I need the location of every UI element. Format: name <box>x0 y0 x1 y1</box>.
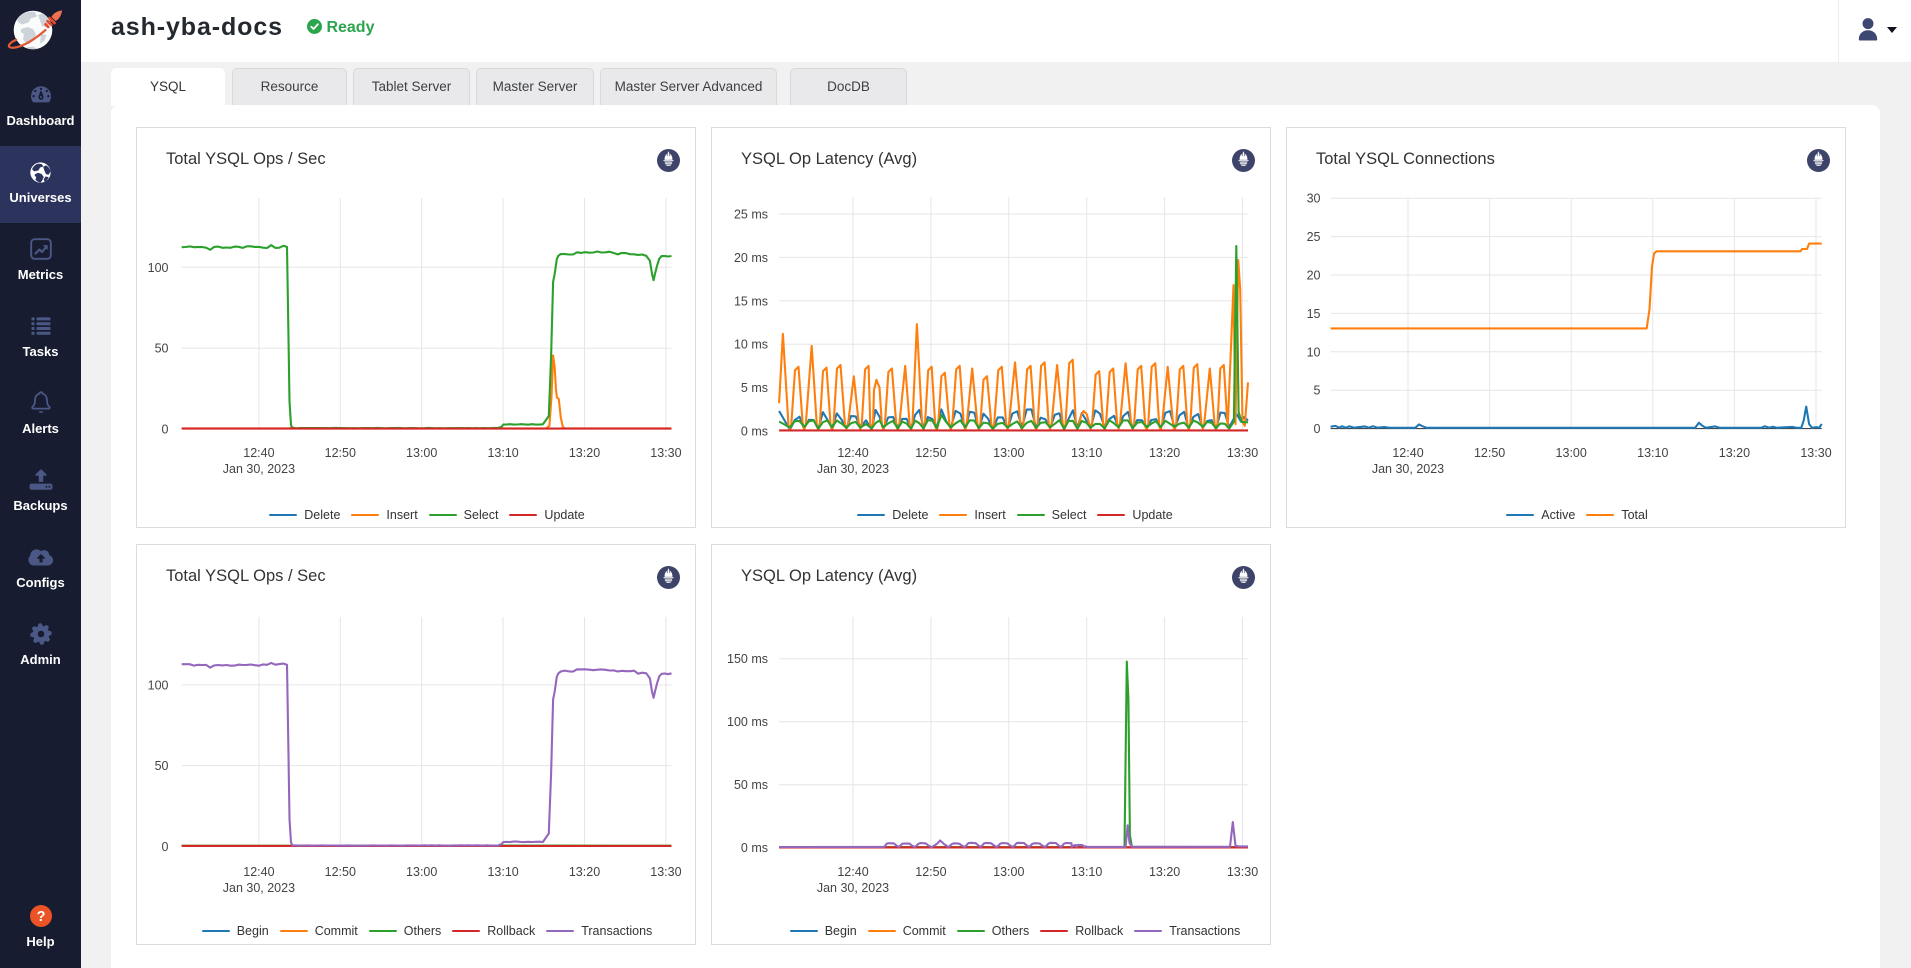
svg-text:13:00: 13:00 <box>993 446 1024 460</box>
svg-text:0: 0 <box>1314 422 1321 436</box>
svg-text:100: 100 <box>148 678 169 692</box>
svg-text:?: ? <box>36 909 45 925</box>
svg-text:Jan 30, 2023: Jan 30, 2023 <box>817 881 889 895</box>
svg-text:13:10: 13:10 <box>1071 446 1102 460</box>
svg-text:20 ms: 20 ms <box>734 251 768 265</box>
svg-text:13:20: 13:20 <box>569 865 600 879</box>
svg-text:100: 100 <box>148 261 169 275</box>
svg-text:13:30: 13:30 <box>1800 446 1831 460</box>
svg-text:30: 30 <box>1307 192 1321 206</box>
svg-text:12:40: 12:40 <box>243 865 274 879</box>
svg-text:Jan 30, 2023: Jan 30, 2023 <box>223 881 295 895</box>
svg-text:10 ms: 10 ms <box>734 338 768 352</box>
svg-text:13:20: 13:20 <box>1149 446 1180 460</box>
svg-text:12:40: 12:40 <box>837 865 868 879</box>
svg-text:12:50: 12:50 <box>325 865 356 879</box>
svg-text:20: 20 <box>1307 269 1321 283</box>
svg-text:13:20: 13:20 <box>569 446 600 460</box>
svg-text:13:10: 13:10 <box>487 865 518 879</box>
svg-text:13:30: 13:30 <box>650 446 681 460</box>
svg-text:50: 50 <box>155 759 169 773</box>
svg-text:25: 25 <box>1307 230 1321 244</box>
svg-text:0 ms: 0 ms <box>741 425 768 439</box>
svg-text:13:00: 13:00 <box>1556 446 1587 460</box>
svg-text:5 ms: 5 ms <box>741 381 768 395</box>
svg-text:13:10: 13:10 <box>1071 865 1102 879</box>
svg-text:Jan 30, 2023: Jan 30, 2023 <box>817 462 889 476</box>
svg-text:12:50: 12:50 <box>915 865 946 879</box>
svg-text:13:30: 13:30 <box>650 865 681 879</box>
svg-text:13:00: 13:00 <box>993 865 1024 879</box>
svg-text:0 ms: 0 ms <box>741 841 768 855</box>
svg-text:12:40: 12:40 <box>1392 446 1423 460</box>
svg-text:12:40: 12:40 <box>837 446 868 460</box>
svg-text:13:00: 13:00 <box>406 865 437 879</box>
svg-text:13:30: 13:30 <box>1227 865 1258 879</box>
svg-text:12:50: 12:50 <box>325 446 356 460</box>
svg-text:150 ms: 150 ms <box>727 652 768 666</box>
svg-text:Jan 30, 2023: Jan 30, 2023 <box>223 462 295 476</box>
svg-text:25 ms: 25 ms <box>734 208 768 222</box>
svg-text:12:50: 12:50 <box>1474 446 1505 460</box>
svg-text:50 ms: 50 ms <box>734 778 768 792</box>
svg-text:100 ms: 100 ms <box>727 715 768 729</box>
svg-text:0: 0 <box>162 840 169 854</box>
svg-text:13:00: 13:00 <box>406 446 437 460</box>
svg-text:13:10: 13:10 <box>1637 446 1668 460</box>
svg-text:15 ms: 15 ms <box>734 294 768 308</box>
svg-text:13:10: 13:10 <box>487 446 518 460</box>
svg-text:13:30: 13:30 <box>1227 446 1258 460</box>
svg-text:5: 5 <box>1314 384 1321 398</box>
svg-text:13:20: 13:20 <box>1719 446 1750 460</box>
svg-text:13:20: 13:20 <box>1149 865 1180 879</box>
svg-text:12:50: 12:50 <box>915 446 946 460</box>
svg-text:0: 0 <box>162 423 169 437</box>
svg-text:12:40: 12:40 <box>243 446 274 460</box>
svg-text:10: 10 <box>1307 345 1321 359</box>
svg-text:15: 15 <box>1307 307 1321 321</box>
svg-text:50: 50 <box>155 342 169 356</box>
svg-text:Jan 30, 2023: Jan 30, 2023 <box>1372 462 1444 476</box>
